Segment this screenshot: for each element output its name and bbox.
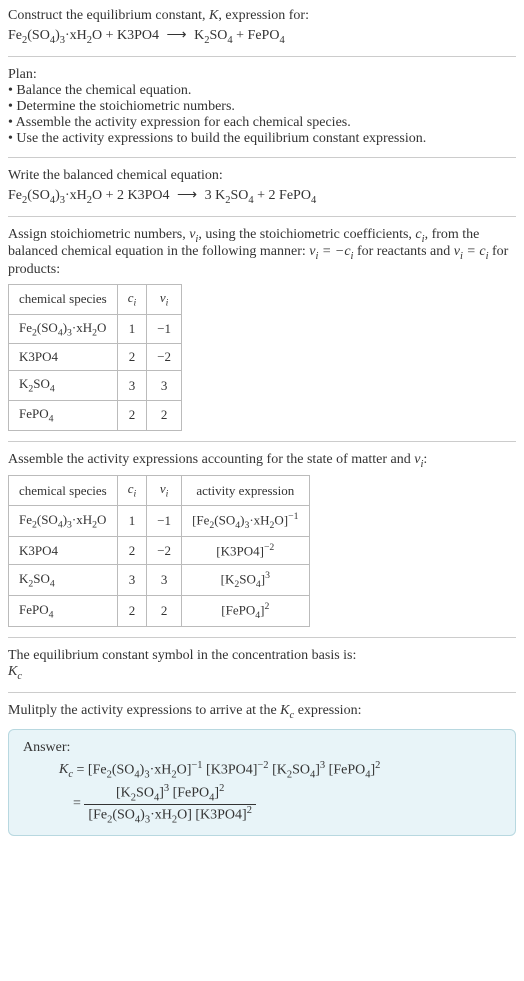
multiply-title: Mulitply the activity expressions to arr… — [8, 703, 280, 718]
table-row: K2SO4 3 3 — [9, 371, 182, 401]
symbol-title: The equilibrium constant symbol in the c… — [8, 648, 516, 664]
assemble-end: : — [423, 452, 427, 467]
ci-cell: 3 — [117, 565, 147, 596]
ci-cell: 2 — [117, 596, 147, 627]
plan-title: Plan: — [8, 67, 516, 83]
ci-cell: 2 — [117, 344, 147, 371]
table-row: K3PO4 2 −2 [K3PO4]−2 — [9, 536, 310, 564]
multiply-section: Mulitply the activity expressions to arr… — [8, 703, 516, 721]
kc-symbol: Kc — [280, 703, 294, 718]
table-row: Fe2(SO4)3·xH2O 1 −1 — [9, 314, 182, 344]
eq-sign: = — [73, 796, 81, 811]
divider — [8, 692, 516, 693]
ci-cell: 2 — [117, 400, 147, 430]
numerator: [K2SO4]3 [FePO4]2 — [84, 783, 256, 804]
balanced-equation: Fe2(SO4)3·xH2O + 2 K3PO4 ⟶ 3 K2SO4 + 2 F… — [8, 187, 516, 206]
divider — [8, 441, 516, 442]
balanced-title: Write the balanced chemical equation: — [8, 168, 516, 184]
col-vi: νi — [147, 476, 182, 506]
ci-cell: 1 — [117, 314, 147, 344]
species-cell: K3PO4 — [9, 536, 118, 564]
vi-cell: −1 — [147, 505, 182, 536]
vi-cell: −1 — [147, 314, 182, 344]
rel2: νi = ci — [454, 244, 489, 259]
kc-symbol: Kc — [8, 664, 516, 682]
vi-cell: 2 — [147, 400, 182, 430]
plan-bullet: • Use the activity expressions to build … — [8, 131, 516, 147]
plan-bullet: • Balance the chemical equation. — [8, 83, 516, 99]
vi-symbol: νi — [189, 227, 198, 242]
stoich-text: for reactants and — [353, 244, 453, 259]
activity-cell: [K3PO4]−2 — [182, 536, 309, 564]
symbol-section: The equilibrium constant symbol in the c… — [8, 648, 516, 682]
col-species: chemical species — [9, 476, 118, 506]
col-vi: νi — [147, 285, 182, 315]
col-ci: ci — [117, 476, 147, 506]
intro-text: Construct the equilibrium constant, — [8, 8, 209, 23]
species-cell: FePO4 — [9, 596, 118, 627]
table-row: K2SO4 3 3 [K2SO4]3 — [9, 565, 310, 596]
stoich-table: chemical species ci νi Fe2(SO4)3·xH2O 1 … — [8, 284, 182, 430]
activity-cell: [K2SO4]3 — [182, 565, 309, 596]
balanced-section: Write the balanced chemical equation: Fe… — [8, 168, 516, 206]
intro-section: Construct the equilibrium constant, K, e… — [8, 8, 516, 46]
plan-bullet: • Assemble the activity expression for e… — [8, 115, 516, 131]
divider — [8, 157, 516, 158]
divider — [8, 56, 516, 57]
rel1: νi = −ci — [309, 244, 353, 259]
answer-label: Answer: — [23, 740, 501, 756]
ci-cell: 3 — [117, 371, 147, 401]
k-symbol: K — [209, 8, 218, 23]
vi-cell: 2 — [147, 596, 182, 627]
stoich-text: , using the stoichiometric coefficients, — [198, 227, 415, 242]
col-species: chemical species — [9, 285, 118, 315]
ci-symbol: ci — [415, 227, 424, 242]
intro-text-end: , expression for: — [218, 8, 309, 23]
species-cell: FePO4 — [9, 400, 118, 430]
table-header-row: chemical species ci νi — [9, 285, 182, 315]
species-cell: Fe2(SO4)3·xH2O — [9, 314, 118, 344]
divider — [8, 637, 516, 638]
divider — [8, 216, 516, 217]
activity-cell: [FePO4]2 — [182, 596, 309, 627]
assemble-section: Assemble the activity expressions accoun… — [8, 452, 516, 470]
vi-cell: 3 — [147, 565, 182, 596]
answer-box: Answer: Kc = [Fe2(SO4)3·xH2O]−1 [K3PO4]−… — [8, 729, 516, 836]
multiply-end: expression: — [294, 703, 361, 718]
vi-cell: −2 — [147, 344, 182, 371]
answer-line1: Kc = [Fe2(SO4)3·xH2O]−1 [K3PO4]−2 [K2SO4… — [23, 760, 501, 780]
col-ci: ci — [117, 285, 147, 315]
table-header-row: chemical species ci νi activity expressi… — [9, 476, 310, 506]
assemble-title: Assemble the activity expressions accoun… — [8, 452, 414, 467]
activity-table: chemical species ci νi activity expressi… — [8, 475, 310, 627]
answer-line2: = [K2SO4]3 [FePO4]2 [Fe2(SO4)3·xH2O] [K3… — [23, 783, 501, 825]
activity-cell: [Fe2(SO4)3·xH2O]−1 — [182, 505, 309, 536]
fraction: [K2SO4]3 [FePO4]2 [Fe2(SO4)3·xH2O] [K3PO… — [84, 783, 256, 825]
table-row: Fe2(SO4)3·xH2O 1 −1 [Fe2(SO4)3·xH2O]−1 — [9, 505, 310, 536]
ci-cell: 2 — [117, 536, 147, 564]
table-row: K3PO4 2 −2 — [9, 344, 182, 371]
vi-cell: −2 — [147, 536, 182, 564]
table-row: FePO4 2 2 [FePO4]2 — [9, 596, 310, 627]
plan-section: Plan: • Balance the chemical equation. •… — [8, 67, 516, 147]
unbalanced-equation: Fe2(SO4)3·xH2O + K3PO4 ⟶ K2SO4 + FePO4 — [8, 27, 516, 46]
species-cell: K2SO4 — [9, 371, 118, 401]
species-cell: K2SO4 — [9, 565, 118, 596]
ci-cell: 1 — [117, 505, 147, 536]
table-row: FePO4 2 2 — [9, 400, 182, 430]
species-cell: K3PO4 — [9, 344, 118, 371]
plan-bullet: • Determine the stoichiometric numbers. — [8, 99, 516, 115]
stoich-text: Assign stoichiometric numbers, — [8, 227, 189, 242]
vi-cell: 3 — [147, 371, 182, 401]
col-activity: activity expression — [182, 476, 309, 506]
denominator: [Fe2(SO4)3·xH2O] [K3PO4]2 — [84, 805, 256, 825]
species-cell: Fe2(SO4)3·xH2O — [9, 505, 118, 536]
stoich-section: Assign stoichiometric numbers, νi, using… — [8, 227, 516, 279]
